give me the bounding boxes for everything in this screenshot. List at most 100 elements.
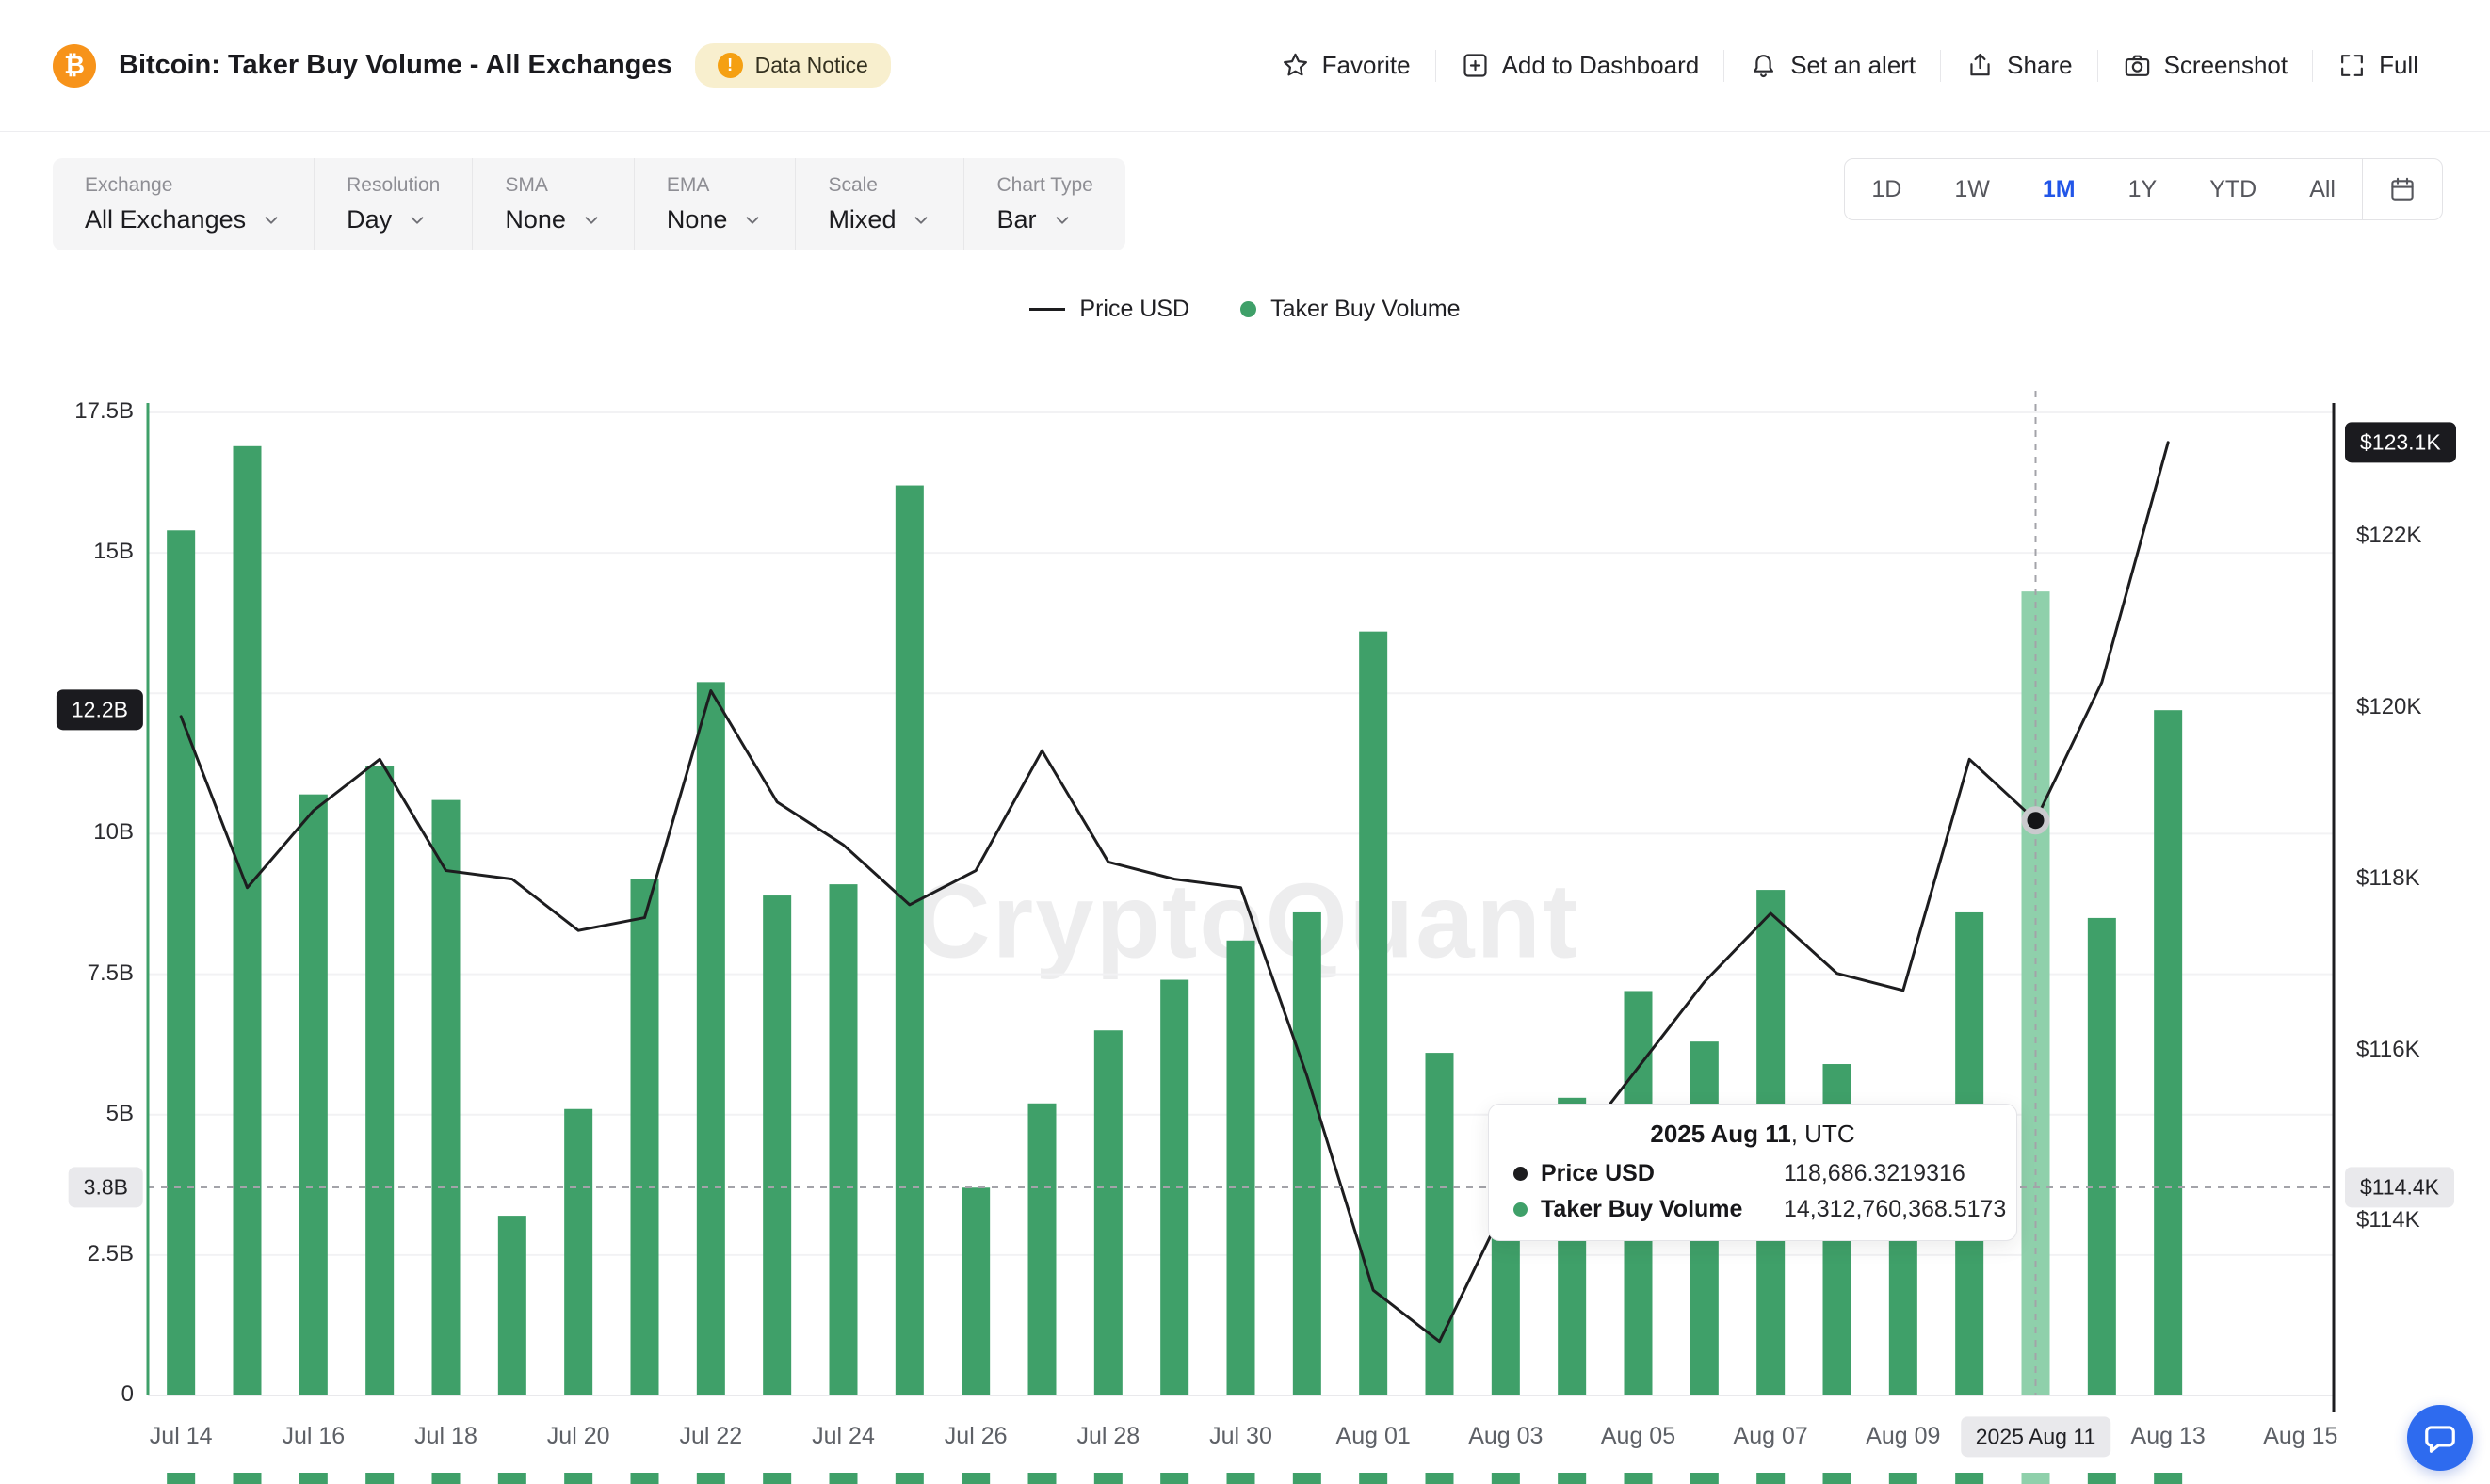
price-axis-label: $118K	[2356, 865, 2420, 892]
page-title: Bitcoin: Taker Buy Volume - All Exchange…	[119, 50, 672, 81]
volume-bar[interactable]	[1028, 1104, 1057, 1395]
star-icon	[1281, 51, 1310, 80]
chart-toolbar: Exchange All Exchanges Resolution Day SM…	[0, 132, 2490, 250]
favorite-button[interactable]: Favorite	[1256, 51, 1435, 80]
preview-bar	[1094, 1473, 1123, 1484]
range-1m[interactable]: 1M	[2016, 158, 2102, 220]
chevron-down-icon	[581, 210, 602, 231]
volume-bar[interactable]	[697, 682, 725, 1395]
preview-bar	[697, 1473, 725, 1484]
screenshot-button[interactable]: Screenshot	[2098, 51, 2313, 80]
scale-dropdown[interactable]: Scale Mixed	[795, 158, 963, 250]
range-1y[interactable]: 1Y	[2102, 158, 2184, 220]
preview-bar	[1690, 1473, 1719, 1484]
range-all[interactable]: All	[2283, 158, 2362, 220]
exchange-dropdown[interactable]: Exchange All Exchanges	[53, 158, 314, 250]
chat-icon	[2422, 1420, 2458, 1456]
preview-bar	[1625, 1473, 1653, 1484]
volume-bar[interactable]	[365, 766, 394, 1395]
preview-bar	[365, 1473, 394, 1484]
chevron-down-icon	[407, 210, 428, 231]
volume-bar[interactable]	[896, 486, 924, 1395]
volume-bar[interactable]	[2088, 918, 2116, 1395]
volume-axis-label: 15B	[0, 539, 134, 565]
volume-bar[interactable]	[432, 800, 461, 1395]
volume-axis-label: 2.5B	[0, 1241, 134, 1267]
preview-bar	[896, 1473, 924, 1484]
preview-bar	[1492, 1473, 1520, 1484]
date-picker-button[interactable]	[2362, 158, 2442, 220]
volume-bar[interactable]	[167, 530, 195, 1395]
sma-dropdown[interactable]: SMA None	[472, 158, 634, 250]
legend-price-usd[interactable]: Price USD	[1029, 296, 1189, 323]
volume-bar[interactable]	[2154, 710, 2182, 1395]
bell-icon	[1749, 51, 1778, 80]
preview-bar	[299, 1473, 328, 1484]
preview-bar	[1028, 1473, 1057, 1484]
price-series-dot-icon	[1513, 1167, 1528, 1181]
tooltip-date: 2025 Aug 11, UTC	[1513, 1120, 1992, 1149]
fullscreen-button[interactable]: Full	[2313, 51, 2443, 80]
tooltip-row-price: Price USD 118,686.3219316	[1513, 1160, 1992, 1187]
dashboard-add-icon	[1461, 51, 1490, 80]
chevron-down-icon	[742, 210, 763, 231]
preview-bar	[498, 1473, 526, 1484]
price-axis-label: $116K	[2356, 1037, 2420, 1063]
volume-bar[interactable]	[564, 1109, 592, 1395]
legend-taker-buy-volume[interactable]: Taker Buy Volume	[1240, 296, 1461, 323]
chat-widget-button[interactable]	[2407, 1405, 2473, 1471]
volume-axis-label: 7.5B	[0, 960, 134, 987]
volume-bar[interactable]	[631, 879, 659, 1395]
volume-bar[interactable]	[962, 1187, 990, 1395]
volume-bar[interactable]	[830, 884, 858, 1395]
price-current-value-badge: $123.1K	[2345, 422, 2456, 462]
resolution-dropdown[interactable]: Resolution Day	[314, 158, 472, 250]
volume-axis-label: 5B	[0, 1101, 134, 1127]
volume-bar[interactable]	[1426, 1053, 1454, 1395]
data-notice-badge[interactable]: ! Data Notice	[695, 43, 891, 88]
volume-bar[interactable]	[498, 1216, 526, 1395]
volume-bar[interactable]	[1359, 632, 1387, 1395]
filter-panel: Exchange All Exchanges Resolution Day SM…	[53, 158, 1125, 250]
preview-bar	[2022, 1473, 2050, 1484]
volume-bar[interactable]	[234, 446, 262, 1395]
ema-dropdown[interactable]: EMA None	[634, 158, 796, 250]
preview-bar	[1955, 1473, 1983, 1484]
volume-bar[interactable]	[763, 895, 791, 1395]
volume-bar[interactable]	[1094, 1030, 1123, 1395]
add-to-dashboard-button[interactable]: Add to Dashboard	[1436, 51, 1724, 80]
range-1d[interactable]: 1D	[1845, 158, 1928, 220]
range-ytd[interactable]: YTD	[2183, 158, 2283, 220]
volume-crosshair-badge: 3.8B	[69, 1167, 143, 1207]
chart-header: ₿ Bitcoin: Taker Buy Volume - All Exchan…	[0, 0, 2490, 132]
preview-bar	[1823, 1473, 1851, 1484]
preview-bar	[234, 1473, 262, 1484]
preview-bar	[1756, 1473, 1785, 1484]
preview-bar	[432, 1473, 461, 1484]
preview-bar	[1359, 1473, 1387, 1484]
warning-icon: !	[718, 53, 743, 78]
x-axis-label: Aug 15	[2207, 1423, 2395, 1450]
bitcoin-icon: ₿	[53, 44, 96, 88]
camera-icon	[2123, 51, 2152, 80]
price-crosshair-badge: $114.4K	[2345, 1167, 2454, 1207]
volume-bar[interactable]	[1227, 941, 1255, 1395]
share-button[interactable]: Share	[1941, 51, 2096, 80]
chevron-down-icon	[1052, 210, 1073, 231]
preview-bar	[763, 1473, 791, 1484]
preview-bar	[1293, 1473, 1321, 1484]
chart-type-dropdown[interactable]: Chart Type Bar	[963, 158, 1124, 250]
time-range-selector: 1D 1W 1M 1Y YTD All	[1844, 158, 2443, 220]
preview-bar	[830, 1473, 858, 1484]
preview-bar	[631, 1473, 659, 1484]
volume-bar[interactable]	[1293, 912, 1321, 1395]
range-1w[interactable]: 1W	[1928, 158, 2016, 220]
share-icon	[1965, 51, 1995, 80]
preview-bar	[1426, 1473, 1454, 1484]
crosshair-marker	[2028, 812, 2045, 829]
preview-bar	[1227, 1473, 1255, 1484]
price-axis-label: $120K	[2356, 694, 2421, 720]
set-alert-button[interactable]: Set an alert	[1724, 51, 1940, 80]
volume-bar[interactable]	[299, 795, 328, 1395]
chart-legend: Price USD Taker Buy Volume	[0, 292, 2490, 326]
